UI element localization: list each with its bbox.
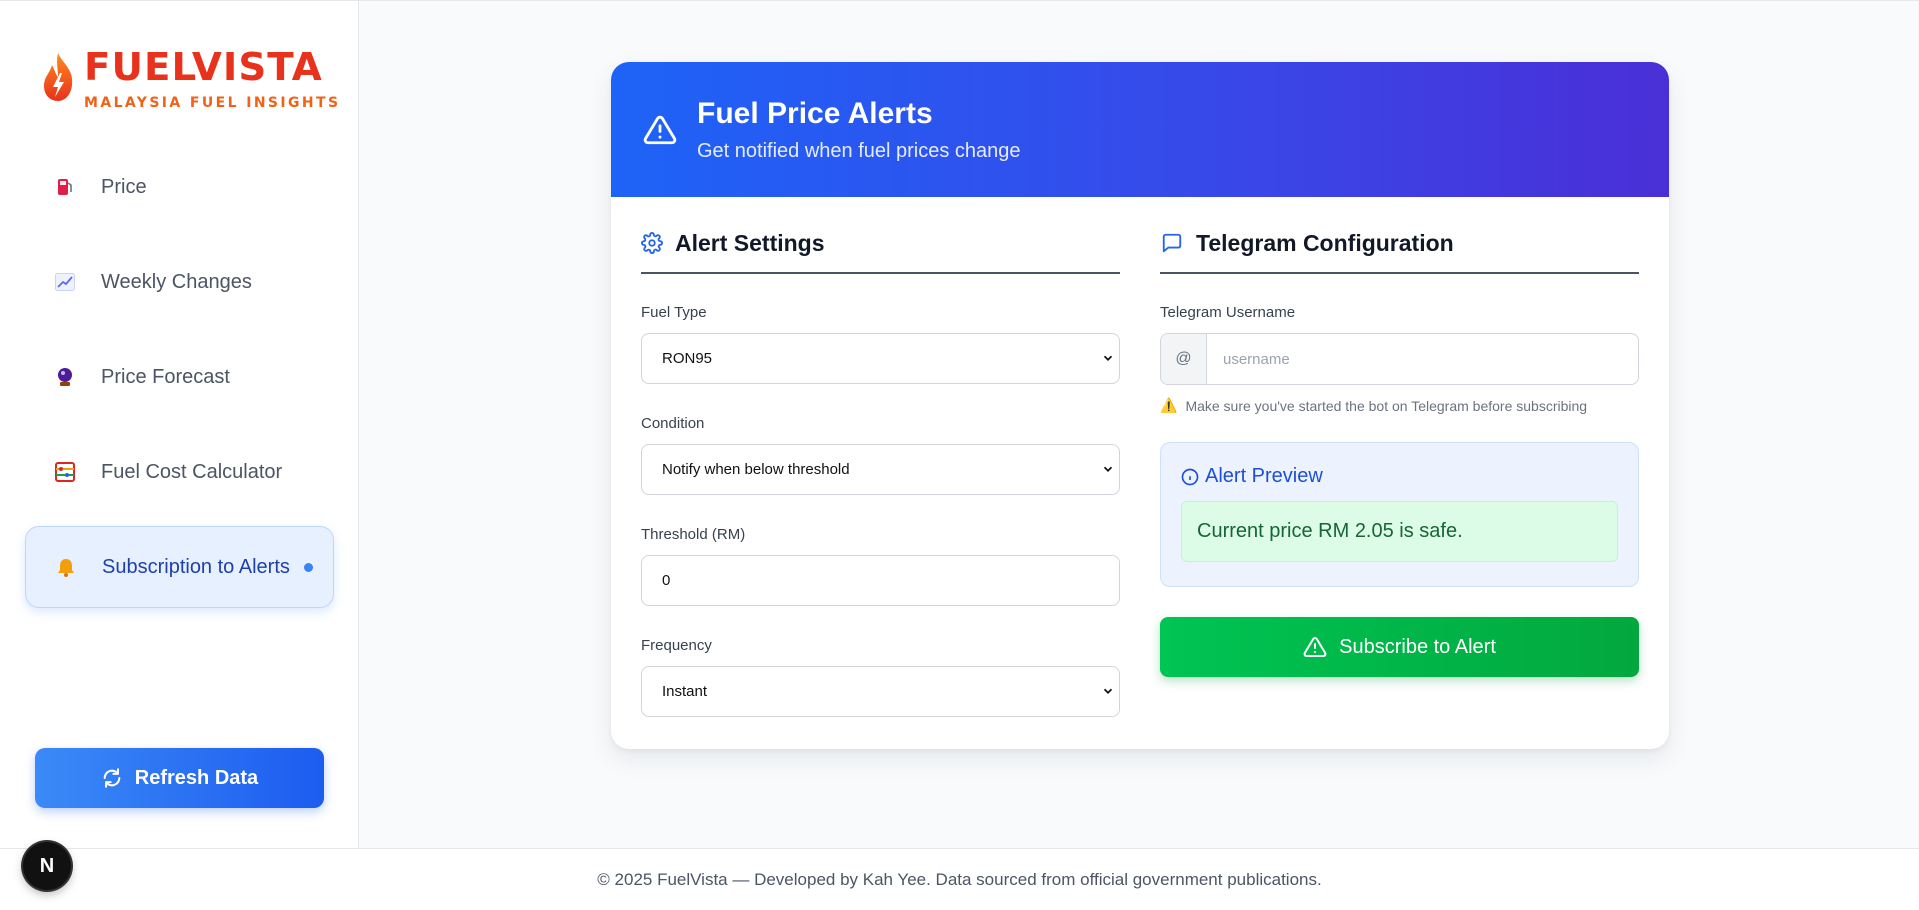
threshold-label: Threshold (RM): [641, 526, 746, 543]
refresh-data-label: Refresh Data: [134, 766, 259, 789]
telegram-username-field[interactable]: @ username: [1160, 333, 1639, 385]
frequency-value: Instant: [662, 683, 708, 700]
footer: © 2025 FuelVista — Developed by Kah Yee.…: [0, 848, 1919, 910]
card-header: Fuel Price Alerts Get notified when fuel…: [611, 62, 1669, 197]
telegram-username-label: Telegram Username: [1160, 304, 1296, 321]
fuel-type-select[interactable]: RON95: [641, 333, 1120, 384]
sidebar-item-weekly-changes[interactable]: Weekly Changes: [25, 241, 334, 323]
section-title-text: Alert Settings: [675, 229, 825, 256]
brand-title: FUELVISTA: [84, 45, 323, 89]
brand-subtitle: MALAYSIA FUEL INSIGHTS: [84, 95, 341, 111]
logo[interactable]: FUELVISTA MALAYSIA FUEL INSIGHTS: [40, 45, 340, 111]
sidebar-item-label: Subscription to Alerts: [102, 555, 290, 578]
chart-increasing-icon: [55, 272, 75, 292]
page-title: Fuel Price Alerts: [697, 97, 933, 130]
condition-label: Condition: [641, 415, 705, 432]
alert-settings-section: Alert Settings Fuel Type RON95 Condition…: [641, 222, 1120, 717]
sidebar-item-label: Price Forecast: [101, 365, 230, 388]
alert-preview-message: Current price RM 2.05 is safe.: [1181, 501, 1618, 562]
next-devtools-badge[interactable]: N: [23, 842, 71, 890]
alert-settings-title: Alert Settings: [641, 222, 1120, 274]
chevron-down-icon: [1103, 355, 1113, 361]
next-logo-icon: N: [39, 854, 55, 877]
crystal-ball-icon: [55, 367, 75, 387]
sidebar-item-subscription-to-alerts[interactable]: Subscription to Alerts: [25, 526, 334, 608]
threshold-input[interactable]: 0: [641, 555, 1120, 606]
flame-logo-icon: [44, 53, 73, 101]
warning-icon: ⚠️: [1160, 397, 1178, 413]
fuel-type-value: RON95: [662, 350, 713, 367]
gear-icon: [641, 232, 663, 254]
active-indicator-dot: [304, 562, 313, 572]
frequency-label: Frequency: [641, 637, 712, 654]
sidebar-item-fuel-cost-calculator[interactable]: Fuel Cost Calculator: [25, 431, 334, 513]
subscribe-to-alert-button[interactable]: Subscribe to Alert: [1160, 617, 1639, 677]
bell-icon: [56, 557, 76, 577]
sidebar-item-label: Price: [101, 175, 147, 198]
alert-preview-title: Alert Preview: [1181, 465, 1618, 488]
frequency-select[interactable]: Instant: [641, 666, 1120, 717]
warning-triangle-icon: [643, 115, 677, 144]
warning-triangle-icon: [1303, 636, 1327, 657]
condition-value: Notify when below threshold: [662, 461, 850, 478]
sidebar-item-label: Fuel Cost Calculator: [101, 460, 283, 483]
refresh-data-button[interactable]: Refresh Data: [35, 748, 324, 808]
fuel-pump-icon: [55, 177, 75, 197]
sidebar-item-price[interactable]: Price: [25, 146, 334, 228]
telegram-username-input[interactable]: username: [1207, 334, 1638, 384]
info-icon: [1181, 468, 1199, 485]
alert-preview: Alert Preview Current price RM 2.05 is s…: [1160, 442, 1639, 587]
subscribe-label: Subscribe to Alert: [1339, 635, 1496, 658]
alert-preview-title-text: Alert Preview: [1205, 465, 1323, 487]
refresh-icon: [103, 768, 121, 788]
chevron-down-icon: [1103, 688, 1113, 694]
section-title-text: Telegram Configuration: [1196, 229, 1454, 256]
telegram-configuration-section: Telegram Configuration Telegram Username…: [1160, 222, 1639, 677]
telegram-hint: ⚠️ Make sure you've started the bot on T…: [1160, 397, 1639, 414]
sidebar-item-label: Weekly Changes: [101, 270, 252, 293]
abacus-icon: [55, 462, 75, 482]
sidebar-nav: Price Weekly Changes Price Forecast Fuel…: [25, 146, 334, 621]
threshold-value: 0: [662, 572, 671, 589]
message-icon: [1162, 233, 1182, 253]
sidebar-item-price-forecast[interactable]: Price Forecast: [25, 336, 334, 418]
fuel-type-label: Fuel Type: [641, 304, 707, 321]
at-symbol: @: [1161, 334, 1207, 384]
footer-text: © 2025 FuelVista — Developed by Kah Yee.…: [597, 869, 1322, 889]
sidebar: FUELVISTA MALAYSIA FUEL INSIGHTS Price W…: [0, 1, 359, 848]
condition-select[interactable]: Notify when below threshold: [641, 444, 1120, 495]
chevron-down-icon: [1103, 466, 1113, 472]
fuel-price-alerts-card: Fuel Price Alerts Get notified when fuel…: [611, 62, 1669, 749]
telegram-configuration-title: Telegram Configuration: [1160, 222, 1639, 274]
page-subtitle: Get notified when fuel prices change: [697, 140, 1021, 162]
telegram-hint-text: Make sure you've started the bot on Tele…: [1185, 397, 1588, 414]
